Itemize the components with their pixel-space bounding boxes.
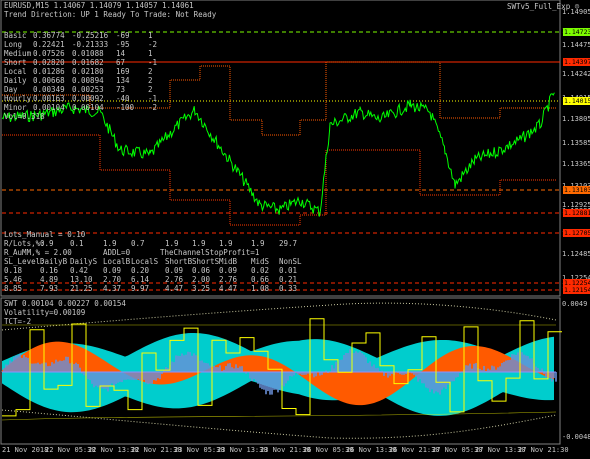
sl-cell: 8.85 (4, 284, 23, 293)
status-line: Trend Direction: UP 1 Ready To Trade: No… (4, 10, 217, 19)
sl-cell: 4.47 (165, 284, 184, 293)
price-tag-red_5: 1.12154 (563, 286, 590, 294)
vol-label: Vol=0.318 (4, 112, 45, 121)
price-axis-label: 1.14905 (562, 8, 590, 16)
date-axis-label: 21 Nov 2018 (2, 446, 49, 454)
sl-cell: 9.97 (131, 284, 150, 293)
price-axis-label: 1.14475 (562, 41, 590, 49)
indicator-axis-top: 0.0049 (562, 300, 588, 308)
indicator-envelope-bottom (1, 409, 557, 439)
price-tag-green_top: 1.14723 (563, 28, 590, 36)
stats-cell: -2 (148, 103, 158, 112)
date-axis-label: 27 Nov 21:30 (518, 446, 569, 454)
price-tag-orange_1: 1.13103 (563, 186, 590, 194)
r-lots-value: 0.7 (131, 239, 145, 248)
price-axis-label: 1.13585 (562, 139, 590, 147)
r-lots-value: 0.1 (70, 239, 84, 248)
indicator-tct: TCT=-2 (4, 317, 32, 326)
price-axis-label: 1.12485 (562, 250, 590, 258)
indicator-axis-bottom: -0.00487 (562, 433, 590, 441)
sl-cell: 21.25 (70, 284, 93, 293)
sl-cell: 7.93 (40, 284, 59, 293)
sl-cell: 1.08 (251, 284, 270, 293)
stats-cell: 0.00104 (72, 103, 104, 112)
indicator-yellow-bottom (1, 411, 557, 421)
price-axis-label: 1.13365 (562, 160, 590, 168)
price-tag-yellow: 1.14015 (563, 97, 590, 105)
price-tag-red_2: 1.12881 (563, 209, 590, 217)
price-tag-red_1: 1.14397 (563, 58, 590, 66)
stats-cell: -100 (116, 103, 135, 112)
r-lots-value: 29.7 (279, 239, 298, 248)
sl-cell: 4.47 (219, 284, 238, 293)
sl-cell: 0.33 (279, 284, 298, 293)
chart-window[interactable]: { "header": { "symbol_line": "EURUSD,M15… (0, 0, 590, 459)
price-axis-label: 1.13805 (562, 115, 590, 123)
price-tag-red_3: 1.12705 (563, 229, 590, 237)
sl-cell: 3.25 (192, 284, 211, 293)
price-axis-label: 1.14242 (562, 70, 590, 78)
sl-cell: 4.37 (103, 284, 122, 293)
